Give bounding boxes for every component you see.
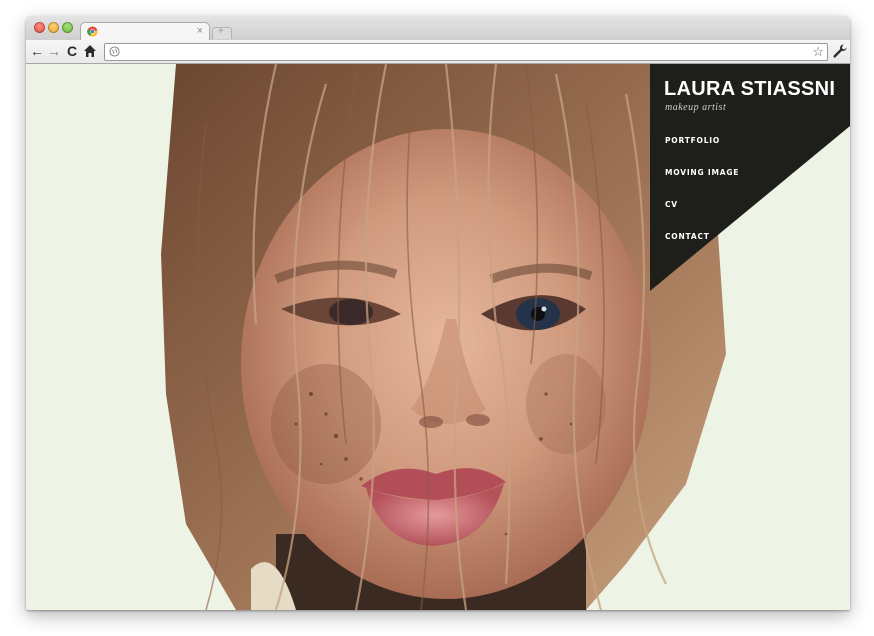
contact-link[interactable]: CONTACT — [665, 232, 710, 241]
home-icon — [84, 45, 96, 57]
site-title[interactable]: LAURA STIASSNI — [664, 78, 835, 101]
new-tab-button[interactable]: + — [212, 26, 232, 39]
portfolio-link[interactable]: PORTFOLIO — [665, 136, 720, 145]
chrome-favicon-icon — [87, 26, 98, 37]
browser-toolbar: ← → C ☆ — [26, 40, 850, 64]
plus-icon: + — [218, 26, 224, 37]
page-viewport: LAURA STIASSNI makeup artist PORTFOLIO M… — [26, 64, 850, 610]
back-button[interactable]: ← — [29, 43, 45, 59]
site-subtitle: makeup artist — [665, 102, 727, 113]
browser-tab[interactable]: × — [80, 22, 210, 41]
wrench-icon[interactable] — [832, 43, 848, 59]
page-info-icon[interactable] — [109, 46, 120, 57]
menu-item-moving-image: MOVING IMAGE — [665, 162, 739, 180]
forward-button[interactable]: → — [46, 43, 62, 59]
home-button[interactable] — [82, 43, 98, 59]
browser-window: × + ← → C ☆ LAURA STIASSNI makeup artist… — [26, 16, 850, 610]
cv-link[interactable]: CV — [665, 200, 678, 209]
url-input[interactable] — [125, 44, 795, 60]
bookmark-star-icon[interactable]: ☆ — [812, 44, 824, 60]
zoom-window-button[interactable] — [62, 22, 73, 33]
title-bar: × + — [26, 16, 850, 41]
moving-image-link[interactable]: MOVING IMAGE — [665, 168, 739, 177]
menu-item-contact: CONTACT — [665, 226, 739, 244]
address-bar[interactable]: ☆ — [104, 43, 828, 61]
main-menu: PORTFOLIO MOVING IMAGE CV CONTACT — [665, 130, 739, 258]
reload-button[interactable]: C — [64, 43, 80, 59]
site-navigation: LAURA STIASSNI makeup artist PORTFOLIO M… — [650, 64, 850, 291]
close-window-button[interactable] — [34, 22, 45, 33]
tab-close-icon[interactable]: × — [197, 25, 203, 37]
menu-item-portfolio: PORTFOLIO — [665, 130, 739, 148]
menu-item-cv: CV — [665, 194, 739, 212]
minimize-window-button[interactable] — [48, 22, 59, 33]
